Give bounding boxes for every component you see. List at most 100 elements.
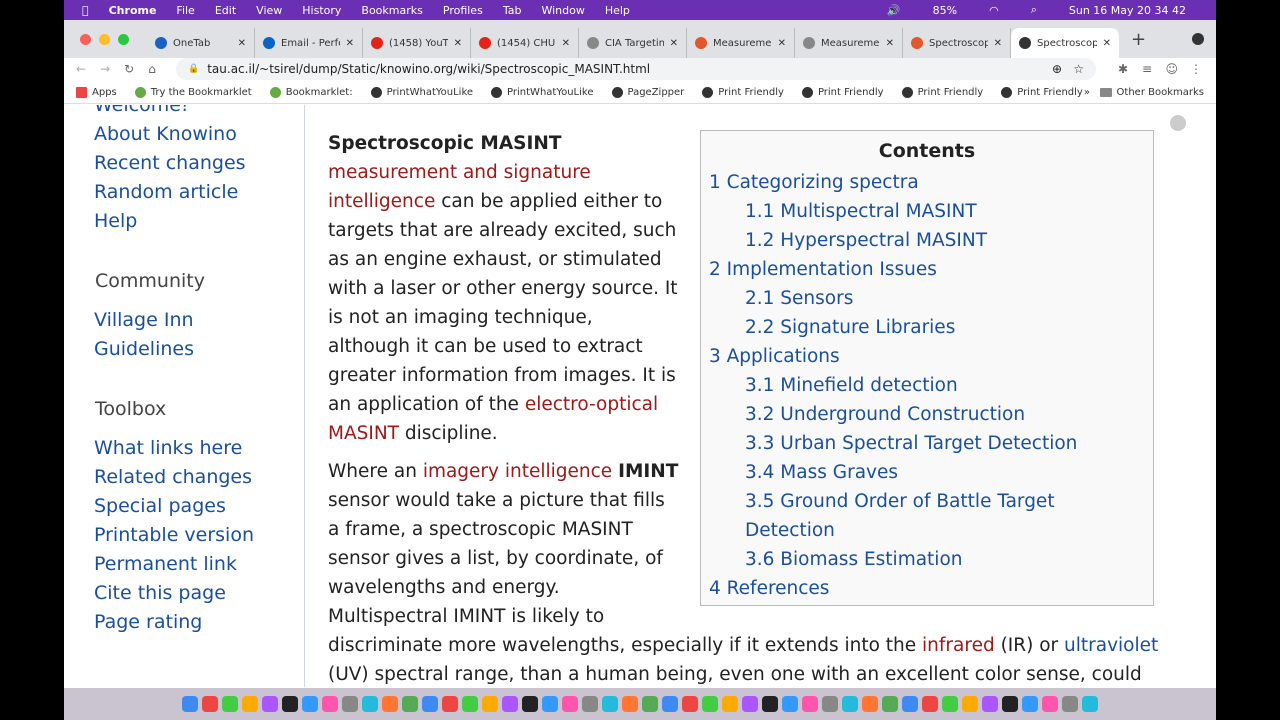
menu-help[interactable]: Help <box>605 4 630 17</box>
chrome-menu-icon[interactable]: ⋮ <box>1190 62 1202 76</box>
menu-bookmarks[interactable]: Bookmarks <box>361 4 422 17</box>
dock-app-icon[interactable] <box>382 696 398 712</box>
clock[interactable]: Sun 16 May 20 34 42 <box>1069 4 1186 17</box>
toc-item[interactable]: 2.1 Sensors <box>709 284 1145 313</box>
dock-app-icon[interactable] <box>1022 696 1038 712</box>
dock-app-icon[interactable] <box>522 696 538 712</box>
toc-item[interactable]: 3.1 Minefield detection <box>709 371 1145 400</box>
tab[interactable]: Measuremen ✕ <box>795 28 903 58</box>
link-imagery-intelligence[interactable]: imagery intelligence <box>423 461 612 482</box>
bookmark-star-icon[interactable]: ☆ <box>1073 62 1084 76</box>
address-bar[interactable]: 🔒 tau.ac.il/~tsirel/dump/Static/knowino.… <box>176 58 1096 80</box>
menu-file[interactable]: File <box>176 4 194 17</box>
dock-app-icon[interactable] <box>862 696 878 712</box>
bookmark[interactable]: Try the Bookmarklet <box>134 87 252 98</box>
menu-profiles[interactable]: Profiles <box>443 4 483 17</box>
dock-app-icon[interactable] <box>682 696 698 712</box>
toc-item[interactable]: 3 Applications <box>709 342 1145 371</box>
url-text[interactable]: tau.ac.il/~tsirel/dump/Static/knowino.or… <box>207 62 650 76</box>
dock-app-icon[interactable] <box>802 696 818 712</box>
dock-app-icon[interactable] <box>782 696 798 712</box>
dock-app-icon[interactable] <box>942 696 958 712</box>
toc-item[interactable]: 3.3 Urban Spectral Target Detection <box>709 429 1145 458</box>
dock-app-icon[interactable] <box>282 696 298 712</box>
forward-button[interactable]: → <box>100 62 110 76</box>
bookmark[interactable]: PrintWhatYouLike <box>370 87 473 98</box>
bookmark[interactable]: PrintWhatYouLike <box>491 87 594 98</box>
dock-app-icon[interactable] <box>542 696 558 712</box>
wifi-icon[interactable]: ◠ <box>989 4 999 17</box>
sidebar-link-random-article[interactable]: Random article <box>64 178 304 207</box>
dock-app-icon[interactable] <box>902 696 918 712</box>
dock-app-icon[interactable] <box>742 696 758 712</box>
new-tab-button[interactable]: + <box>1131 29 1146 50</box>
toc-item[interactable]: 1 Categorizing spectra <box>709 168 1145 197</box>
dock-app-icon[interactable] <box>262 696 278 712</box>
dock-app-icon[interactable] <box>242 696 258 712</box>
dock-app-icon[interactable] <box>182 696 198 712</box>
zoom-window-button[interactable] <box>118 33 129 45</box>
tab[interactable]: Spectroscop ✕ <box>903 28 1011 58</box>
toolbox-link-permanent-link[interactable]: Permanent link <box>64 550 304 579</box>
close-tab-icon[interactable]: ✕ <box>562 38 570 49</box>
dock-app-icon[interactable] <box>722 696 738 712</box>
link-infrared[interactable]: infrared <box>922 635 995 656</box>
dock-app-icon[interactable] <box>322 696 338 712</box>
sidebar-link-village-inn[interactable]: Village Inn <box>64 306 304 335</box>
dock-app-icon[interactable] <box>882 696 898 712</box>
dock-app-icon[interactable] <box>482 696 498 712</box>
dock-app-icon[interactable] <box>1082 696 1098 712</box>
dock-app-icon[interactable] <box>602 696 618 712</box>
toc-item[interactable]: 3.6 Biomass Estimation <box>709 545 1145 574</box>
toolbox-link-cite-this-page[interactable]: Cite this page <box>64 579 304 608</box>
dock-app-icon[interactable] <box>342 696 358 712</box>
close-tab-icon[interactable]: ✕ <box>778 38 786 49</box>
menu-tab[interactable]: Tab <box>503 4 522 17</box>
toc-item[interactable]: 1.1 Multispectral MASINT <box>709 197 1145 226</box>
dock-app-icon[interactable] <box>442 696 458 712</box>
minimize-window-button[interactable] <box>99 33 110 45</box>
dock-app-icon[interactable] <box>1002 696 1018 712</box>
toolbox-link-printable-version[interactable]: Printable version <box>64 521 304 550</box>
sidebar-link-about-knowino[interactable]: About Knowino <box>64 120 304 149</box>
search-icon[interactable]: ⌕ <box>1031 3 1037 17</box>
toc-item[interactable]: 1.2 Hyperspectral MASINT <box>709 226 1145 255</box>
reload-button[interactable]: ↻ <box>124 62 134 76</box>
dock-app-icon[interactable] <box>1062 696 1078 712</box>
tab[interactable]: CIA Targetin ✕ <box>579 28 687 58</box>
other-bookmarks[interactable]: Other Bookmarks <box>1099 87 1204 98</box>
dock-app-icon[interactable] <box>562 696 578 712</box>
bookmark[interactable]: Print Friendly <box>1001 87 1083 98</box>
tab[interactable]: OneTab ✕ <box>147 28 255 58</box>
dock-app-icon[interactable] <box>422 696 438 712</box>
menu-view[interactable]: View <box>256 4 282 17</box>
toc-item[interactable]: 4 References <box>709 574 1145 603</box>
close-tab-icon[interactable]: ✕ <box>670 38 678 49</box>
dock-app-icon[interactable] <box>842 696 858 712</box>
menu-history[interactable]: History <box>302 4 341 17</box>
back-button[interactable]: ← <box>76 62 86 76</box>
dock-app-icon[interactable] <box>582 696 598 712</box>
tab-search-icon[interactable] <box>1192 33 1204 45</box>
dock-app-icon[interactable] <box>662 696 678 712</box>
sidebar-link-welcome-[interactable]: Welcome! <box>64 105 304 120</box>
dock-app-icon[interactable] <box>202 696 218 712</box>
bookmark[interactable]: Print Friendly <box>702 87 784 98</box>
bookmark[interactable]: Bookmarklet: <box>269 87 353 98</box>
toolbox-link-special-pages[interactable]: Special pages <box>64 492 304 521</box>
close-tab-icon[interactable]: ✕ <box>454 38 462 49</box>
bookmark[interactable]: PageZipper <box>611 87 684 98</box>
close-tab-icon[interactable]: ✕ <box>994 38 1002 49</box>
extensions-icon[interactable]: ✱ <box>1118 62 1128 76</box>
dock-app-icon[interactable] <box>922 696 938 712</box>
sidebar-link-help[interactable]: Help <box>64 207 304 236</box>
dock-app-icon[interactable] <box>702 696 718 712</box>
tab[interactable]: (1454) CHUR ✕ <box>471 28 579 58</box>
tab[interactable]: Measuremen ✕ <box>687 28 795 58</box>
bookmark[interactable]: Print Friendly <box>801 87 884 98</box>
close-tab-icon[interactable]: ✕ <box>346 38 354 49</box>
dock-app-icon[interactable] <box>1042 696 1058 712</box>
toc-item[interactable]: 3.5 Ground Order of Battle Target Detect… <box>709 487 1145 545</box>
toc-item[interactable]: 2.2 Signature Libraries <box>709 313 1145 342</box>
toolbox-link-what-links-here[interactable]: What links here <box>64 434 304 463</box>
